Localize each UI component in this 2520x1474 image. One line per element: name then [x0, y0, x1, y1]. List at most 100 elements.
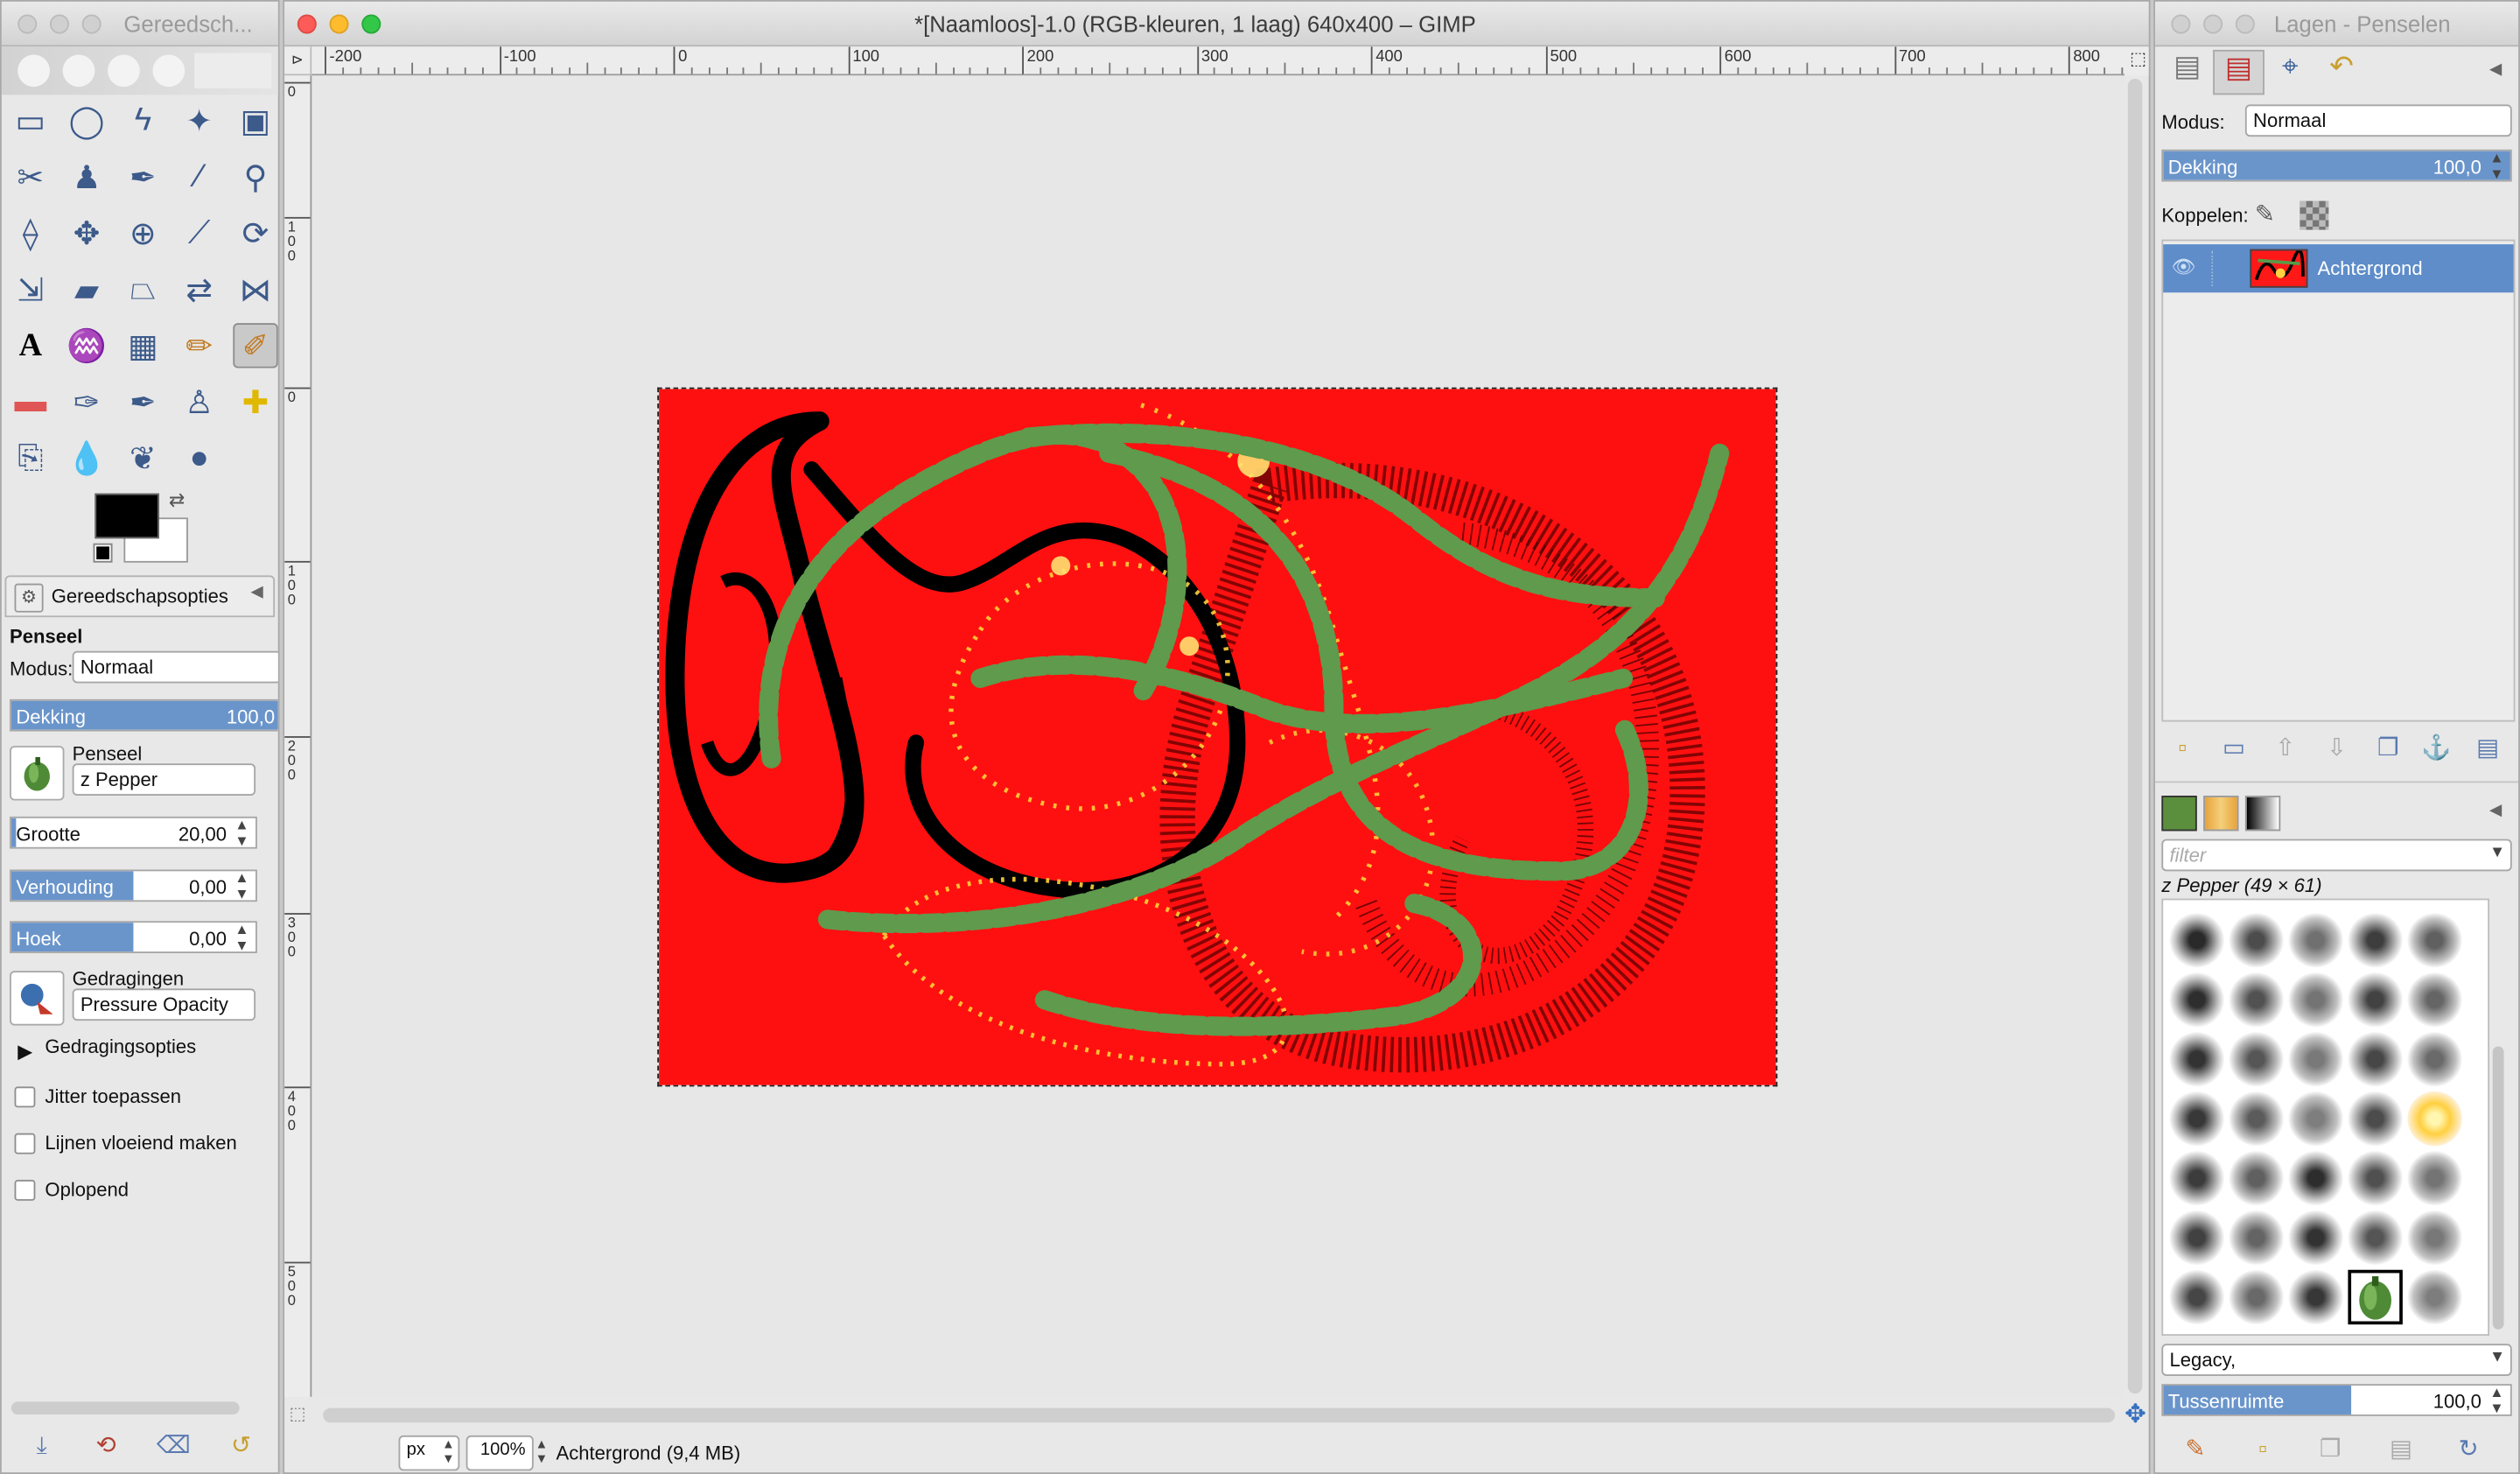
brush-thumbnail[interactable] — [2229, 1091, 2284, 1147]
spacing-slider[interactable]: Tussenruimte 100,0 ▲ ▼ — [2161, 1384, 2512, 1416]
foreground-select-icon[interactable]: ♟ — [64, 154, 108, 199]
ratio-slider[interactable]: Verhouding 0,00 ▲ ▼ — [10, 869, 257, 902]
zoom-button[interactable] — [361, 14, 382, 34]
dodge-burn-icon[interactable]: ● — [177, 436, 221, 481]
brush-thumbnail[interactable] — [2169, 913, 2224, 968]
brush-thumbnail[interactable] — [2229, 1210, 2284, 1266]
brush-thumbnail[interactable] — [2348, 913, 2403, 968]
brush-thumbnail[interactable] — [2169, 1210, 2224, 1266]
ink-icon[interactable]: ✒ — [121, 379, 165, 424]
tool-options-tab[interactable]: ⚙ Gereedschapsopties — [4, 575, 276, 618]
brush-thumbnail[interactable] — [2407, 913, 2462, 968]
horizontal-scrollbar[interactable] — [323, 1407, 2116, 1423]
zoom-button[interactable] — [81, 14, 102, 34]
unit-spinner-icon[interactable]: ▲ ▼ — [442, 1437, 455, 1466]
brush-thumbnail[interactable] — [2229, 913, 2284, 968]
blend-icon[interactable]: ▦ — [121, 323, 165, 368]
duplicate-brush-icon[interactable]: ❐ — [2313, 1435, 2348, 1464]
brush-thumbnail[interactable] — [2288, 1269, 2343, 1325]
tag-dropdown-icon[interactable]: ▼ — [2489, 1349, 2505, 1366]
minimize-button[interactable] — [329, 14, 349, 34]
size-spinner-icon[interactable]: ▲ ▼ — [234, 818, 248, 847]
jitter-checkbox[interactable] — [14, 1086, 36, 1108]
vertical-scrollbar[interactable] — [2127, 78, 2143, 1394]
mode-select[interactable]: Normaal — [72, 650, 278, 684]
paths-tab[interactable]: ⌖ — [2264, 50, 2316, 95]
rotate-icon[interactable]: ⟳ — [233, 211, 277, 256]
flip-icon[interactable]: ⇄ — [177, 267, 221, 312]
brush-tag-select[interactable]: Legacy, — [2161, 1344, 2512, 1376]
dynamics-field[interactable]: Pressure Opacity — [72, 988, 256, 1021]
scale-icon[interactable]: ⇲ — [8, 267, 52, 312]
tab-menu-icon[interactable]: ◀ — [2489, 61, 2502, 79]
color-select-icon[interactable]: ▣ — [233, 98, 277, 143]
spacing-spinner-icon[interactable]: ▲ ▼ — [2489, 1386, 2503, 1414]
visibility-eye-icon[interactable]: 👁 — [2171, 256, 2195, 278]
brush-thumbnail[interactable] — [2288, 913, 2343, 968]
brush-thumbnail[interactable] — [2288, 1150, 2343, 1206]
align-icon[interactable]: ⊕ — [121, 211, 165, 256]
patterns-tab[interactable] — [2203, 796, 2239, 832]
minimize-button[interactable] — [2203, 14, 2223, 34]
tab-menu-icon[interactable]: ◀ — [2489, 802, 2502, 819]
smudge-icon[interactable]: ❦ — [121, 436, 165, 481]
brush-thumbnail[interactable] — [2407, 1210, 2462, 1266]
expand-triangle-icon[interactable]: ▶ — [18, 1040, 32, 1063]
default-colors-icon[interactable] — [93, 543, 113, 563]
brush-thumbnail[interactable] — [2288, 972, 2343, 1028]
brush-thumbnail[interactable] — [2169, 1091, 2224, 1147]
layers-tab[interactable]: ▤ — [2213, 49, 2264, 95]
perspective-icon[interactable]: ⏢ — [121, 267, 165, 312]
size-slider[interactable]: Grootte 20,00 ▲ ▼ — [10, 816, 257, 849]
brush-thumbnail[interactable] — [2407, 1031, 2462, 1087]
pencil-icon[interactable]: ✏ — [177, 323, 221, 368]
gradients-tab[interactable] — [2244, 796, 2281, 832]
color-picker-icon[interactable]: ⁄ — [177, 154, 221, 199]
brush-thumbnail[interactable] — [2407, 1269, 2462, 1325]
tab-menu-icon[interactable]: ◀ — [251, 584, 263, 601]
pepper-brush-thumbnail[interactable] — [2348, 1269, 2403, 1325]
free-select-icon[interactable]: ϟ — [121, 98, 165, 143]
vertical-ruler[interactable]: 0 100 0 100 200 300 400 500 — [284, 75, 312, 1397]
angle-spinner-icon[interactable]: ▲ ▼ — [234, 923, 248, 951]
smooth-checkbox[interactable] — [14, 1133, 36, 1155]
measure-icon[interactable]: ⟠ — [8, 211, 52, 256]
brush-thumbnail[interactable] — [2229, 1150, 2284, 1206]
dock-separator[interactable] — [2155, 781, 2519, 784]
brush-thumbnail[interactable] — [2407, 1150, 2462, 1206]
ruler-corner[interactable]: ⊳ — [284, 46, 312, 76]
perspective-clone-icon[interactable]: ⎘ — [8, 436, 52, 481]
incremental-checkbox[interactable] — [14, 1179, 36, 1201]
reset-options-icon[interactable]: ↺ — [223, 1432, 258, 1461]
brush-thumbnail[interactable] — [2169, 1031, 2224, 1087]
new-layer-icon[interactable]: ▫ — [2165, 734, 2200, 763]
brush-thumbnail[interactable] — [2288, 1091, 2343, 1147]
delete-layer-icon[interactable]: ▤ — [2470, 734, 2505, 763]
delete-brush-icon[interactable]: ▤ — [2384, 1435, 2418, 1464]
quick-mask-icon[interactable]: ⬚ — [290, 1403, 306, 1424]
restore-options-icon[interactable]: ⟲ — [88, 1432, 123, 1461]
brush-thumbnail[interactable] — [2169, 1150, 2224, 1206]
opacity-slider[interactable]: Dekking 100,0 — [10, 698, 278, 732]
foreground-color-swatch[interactable] — [94, 493, 159, 539]
heal-icon[interactable]: ✚ — [233, 379, 277, 424]
zoom-spinner-icon[interactable]: ▲ ▼ — [536, 1437, 549, 1466]
layer-mode-select[interactable]: Normaal — [2244, 104, 2512, 137]
brush-filter-input[interactable]: filter — [2161, 839, 2512, 872]
brushes-tab[interactable] — [2161, 796, 2197, 832]
edit-brush-icon[interactable]: ✎ — [2178, 1435, 2213, 1464]
toolbox-scrollbar[interactable] — [10, 1401, 240, 1415]
duplicate-layer-icon[interactable]: ❐ — [2370, 734, 2405, 763]
brush-thumbnail[interactable] — [2229, 972, 2284, 1028]
raise-layer-icon[interactable]: ⇧ — [2268, 734, 2303, 763]
image-canvas[interactable] — [657, 387, 1778, 1087]
cage-transform-icon[interactable]: ⋈ — [233, 267, 277, 312]
close-button[interactable] — [2171, 14, 2191, 34]
lock-pixels-icon[interactable]: ✎ — [2255, 200, 2275, 228]
close-button[interactable] — [18, 14, 38, 34]
layer-row[interactable]: 👁 Achtergrond — [2163, 244, 2514, 293]
brush-thumbnail[interactable] — [2348, 1150, 2403, 1206]
brush-thumbnail[interactable] — [2288, 1031, 2343, 1087]
channels-tab[interactable]: ▤ — [2161, 50, 2213, 95]
brush-thumbnail[interactable] — [2288, 1210, 2343, 1266]
